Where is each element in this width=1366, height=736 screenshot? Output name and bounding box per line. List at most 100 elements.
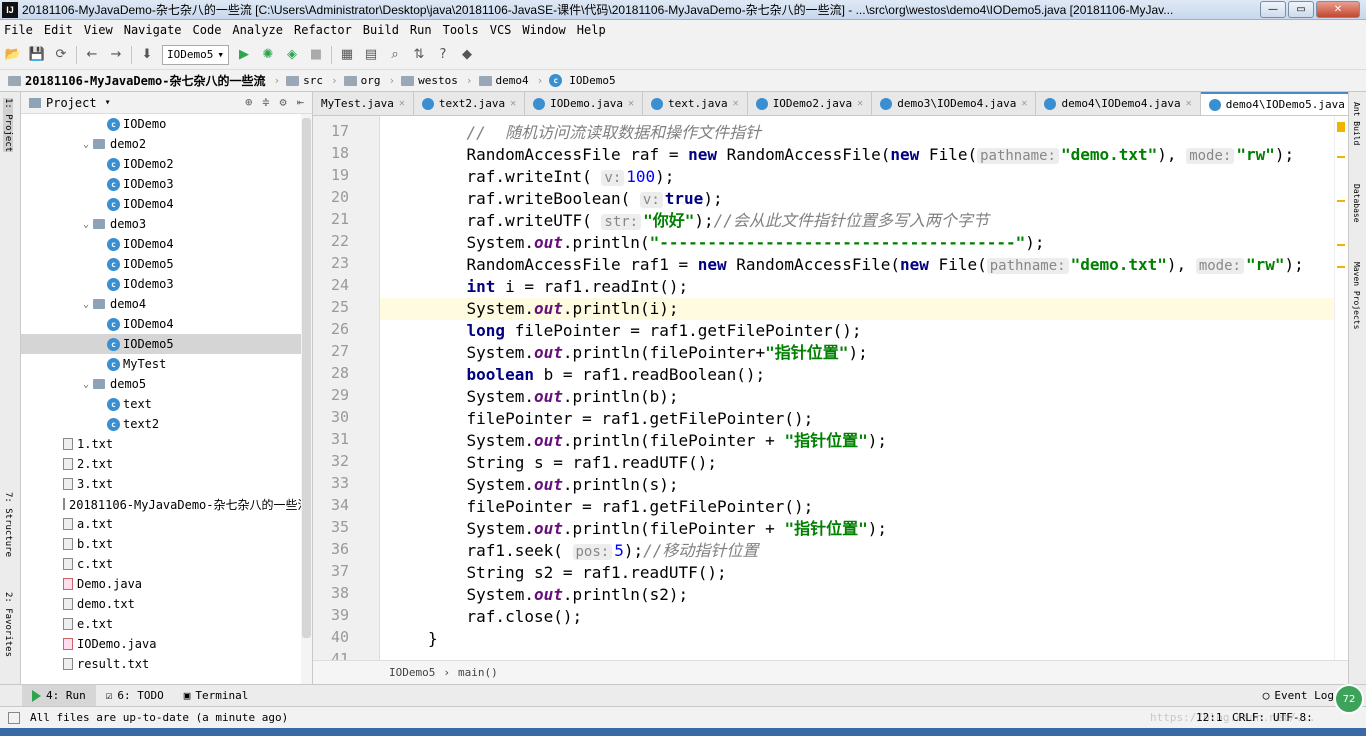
editor-tab[interactable]: text2.java ✕: [414, 92, 526, 115]
minimize-button[interactable]: —: [1260, 1, 1286, 18]
tree-item[interactable]: c text: [21, 394, 301, 414]
editor-tab[interactable]: IODemo2.java ✕: [748, 92, 873, 115]
code-line[interactable]: System.out.println(i);: [380, 298, 1346, 320]
code-line[interactable]: raf.writeBoolean( v: true);: [380, 188, 1346, 210]
tree-item[interactable]: c IODemo2: [21, 154, 301, 174]
gear-icon[interactable]: ⚙: [280, 95, 287, 109]
project-tool-button[interactable]: 1: Project: [3, 98, 13, 153]
plugin-icon[interactable]: ◆: [458, 46, 476, 64]
tree-item[interactable]: a.txt: [21, 514, 301, 534]
todo-tool-button[interactable]: ☑ 6: TODO: [96, 685, 174, 707]
file-encoding[interactable]: UTF-8:: [1273, 711, 1313, 724]
status-icon[interactable]: [8, 711, 20, 724]
stop-icon[interactable]: ■: [307, 46, 325, 64]
event-log-button[interactable]: ◯ Event Log: [1253, 685, 1344, 707]
breadcrumb-item[interactable]: westos: [401, 74, 458, 87]
tree-folder[interactable]: ⌄ demo4: [21, 294, 301, 314]
coverage-icon[interactable]: ◈: [283, 46, 301, 64]
menu-item-build[interactable]: Build: [363, 23, 399, 37]
code-line[interactable]: System.out.println("--------------------…: [380, 232, 1346, 254]
sync-icon[interactable]: ⟳: [52, 46, 70, 64]
chevron-down-icon[interactable]: ⌄: [79, 139, 93, 150]
tree-item[interactable]: e.txt: [21, 614, 301, 634]
structure-tool-button[interactable]: 7: Structure: [3, 492, 13, 557]
run-tool-button[interactable]: 4: Run: [22, 684, 96, 707]
collapse-icon[interactable]: ≑: [262, 95, 269, 109]
tree-item[interactable]: 2.txt: [21, 454, 301, 474]
ant-build-tool-button[interactable]: Ant Build: [1352, 102, 1361, 145]
vcs-icon[interactable]: ⇅: [410, 46, 428, 64]
menu-item-code[interactable]: Code: [193, 23, 222, 37]
tree-item[interactable]: c IOdemo3: [21, 274, 301, 294]
tree-item[interactable]: Demo.java: [21, 574, 301, 594]
project-view-select[interactable]: Project: [46, 96, 97, 110]
code-line[interactable]: raf.writeUTF( str: "你好");//会从此文件指针位置多写入两个…: [380, 210, 1346, 232]
code-line[interactable]: RandomAccessFile raf = new RandomAccessF…: [380, 144, 1346, 166]
menu-item-view[interactable]: View: [84, 23, 113, 37]
warning-indicator[interactable]: [1337, 122, 1345, 132]
maximize-button[interactable]: ▭: [1288, 1, 1314, 18]
code-line[interactable]: // 随机访问流读取数据和操作文件指针: [380, 122, 1346, 144]
menu-item-navigate[interactable]: Navigate: [124, 23, 182, 37]
editor-tab[interactable]: demo4\IODemo4.java ✕: [1036, 92, 1201, 115]
forward-icon[interactable]: →: [107, 46, 125, 64]
menu-item-file[interactable]: File: [4, 23, 33, 37]
breadcrumb-item[interactable]: c IODemo5: [549, 74, 616, 87]
editor-breadcrumb-item[interactable]: IODemo5: [389, 666, 435, 679]
editor-tab[interactable]: MyTest.java ✕: [313, 92, 414, 115]
tree-item[interactable]: b.txt: [21, 534, 301, 554]
code-line[interactable]: System.out.println(filePointer + "指针位置")…: [380, 518, 1346, 540]
breadcrumb-item[interactable]: src: [286, 74, 323, 87]
menu-item-edit[interactable]: Edit: [44, 23, 73, 37]
tree-item[interactable]: IODemo.java: [21, 634, 301, 654]
editor-tab[interactable]: demo3\IODemo4.java ✕: [872, 92, 1037, 115]
menu-item-refactor[interactable]: Refactor: [294, 23, 352, 37]
code-line[interactable]: raf.writeInt( v: 100);: [380, 166, 1346, 188]
run-config-select[interactable]: IODemo5 ▾: [162, 44, 229, 65]
tree-item[interactable]: c IODemo5: [21, 334, 301, 354]
database-tool-button[interactable]: Database: [1352, 184, 1361, 223]
project-structure-icon[interactable]: ▦: [338, 46, 356, 64]
menu-item-analyze[interactable]: Analyze: [232, 23, 283, 37]
sdk-icon[interactable]: ▤: [362, 46, 380, 64]
close-icon[interactable]: ✕: [1186, 98, 1192, 109]
code-editor[interactable]: // 随机访问流读取数据和操作文件指针 RandomAccessFile raf…: [380, 116, 1346, 660]
code-line[interactable]: raf.close();: [380, 606, 1346, 628]
code-line[interactable]: raf1.seek( pos: 5);//移动指针位置: [380, 540, 1346, 562]
run-icon[interactable]: ▶: [235, 46, 253, 64]
tree-item[interactable]: c IODemo5: [21, 254, 301, 274]
code-line[interactable]: System.out.println(s);: [380, 474, 1346, 496]
close-icon[interactable]: ✕: [857, 98, 863, 109]
chevron-down-icon[interactable]: ⌄: [79, 379, 93, 390]
code-line[interactable]: RandomAccessFile raf1 = new RandomAccess…: [380, 254, 1346, 276]
code-line[interactable]: int i = raf1.readInt();: [380, 276, 1346, 298]
close-icon[interactable]: ✕: [510, 98, 516, 109]
close-icon[interactable]: ✕: [1021, 98, 1027, 109]
line-separator[interactable]: CRLF:: [1232, 711, 1265, 724]
tree-item[interactable]: c IODemo: [21, 114, 301, 134]
editor-tab[interactable]: IODemo.java ✕: [525, 92, 644, 115]
chevron-down-icon[interactable]: ▾: [105, 97, 111, 108]
code-line[interactable]: long filePointer = raf1.getFilePointer()…: [380, 320, 1346, 342]
tree-item[interactable]: result.txt: [21, 654, 301, 674]
code-line[interactable]: filePointer = raf1.getFilePointer();: [380, 496, 1346, 518]
cursor-position[interactable]: 12:1: [1196, 711, 1223, 724]
menu-item-tools[interactable]: Tools: [443, 23, 479, 37]
menu-item-help[interactable]: Help: [577, 23, 606, 37]
code-line[interactable]: }: [380, 628, 1346, 650]
tree-item[interactable]: c.txt: [21, 554, 301, 574]
tree-item[interactable]: c IODemo4: [21, 194, 301, 214]
tree-folder[interactable]: ⌄ demo2: [21, 134, 301, 154]
editor-tab[interactable]: demo4\IODemo5.java✕: [1200, 92, 1348, 115]
breadcrumb-item[interactable]: demo4: [478, 74, 529, 87]
tree-item[interactable]: c MyTest: [21, 354, 301, 374]
help-icon[interactable]: ?: [434, 46, 452, 64]
tree-item[interactable]: demo.txt: [21, 594, 301, 614]
tree-folder[interactable]: ⌄ demo5: [21, 374, 301, 394]
tree-folder[interactable]: ⌄ demo3: [21, 214, 301, 234]
tree-item[interactable]: c text2: [21, 414, 301, 434]
search-icon[interactable]: ⌕: [386, 46, 404, 64]
editor-tab[interactable]: text.java ✕: [643, 92, 748, 115]
code-line[interactable]: boolean b = raf1.readBoolean();: [380, 364, 1346, 386]
code-line[interactable]: System.out.println(b);: [380, 386, 1346, 408]
